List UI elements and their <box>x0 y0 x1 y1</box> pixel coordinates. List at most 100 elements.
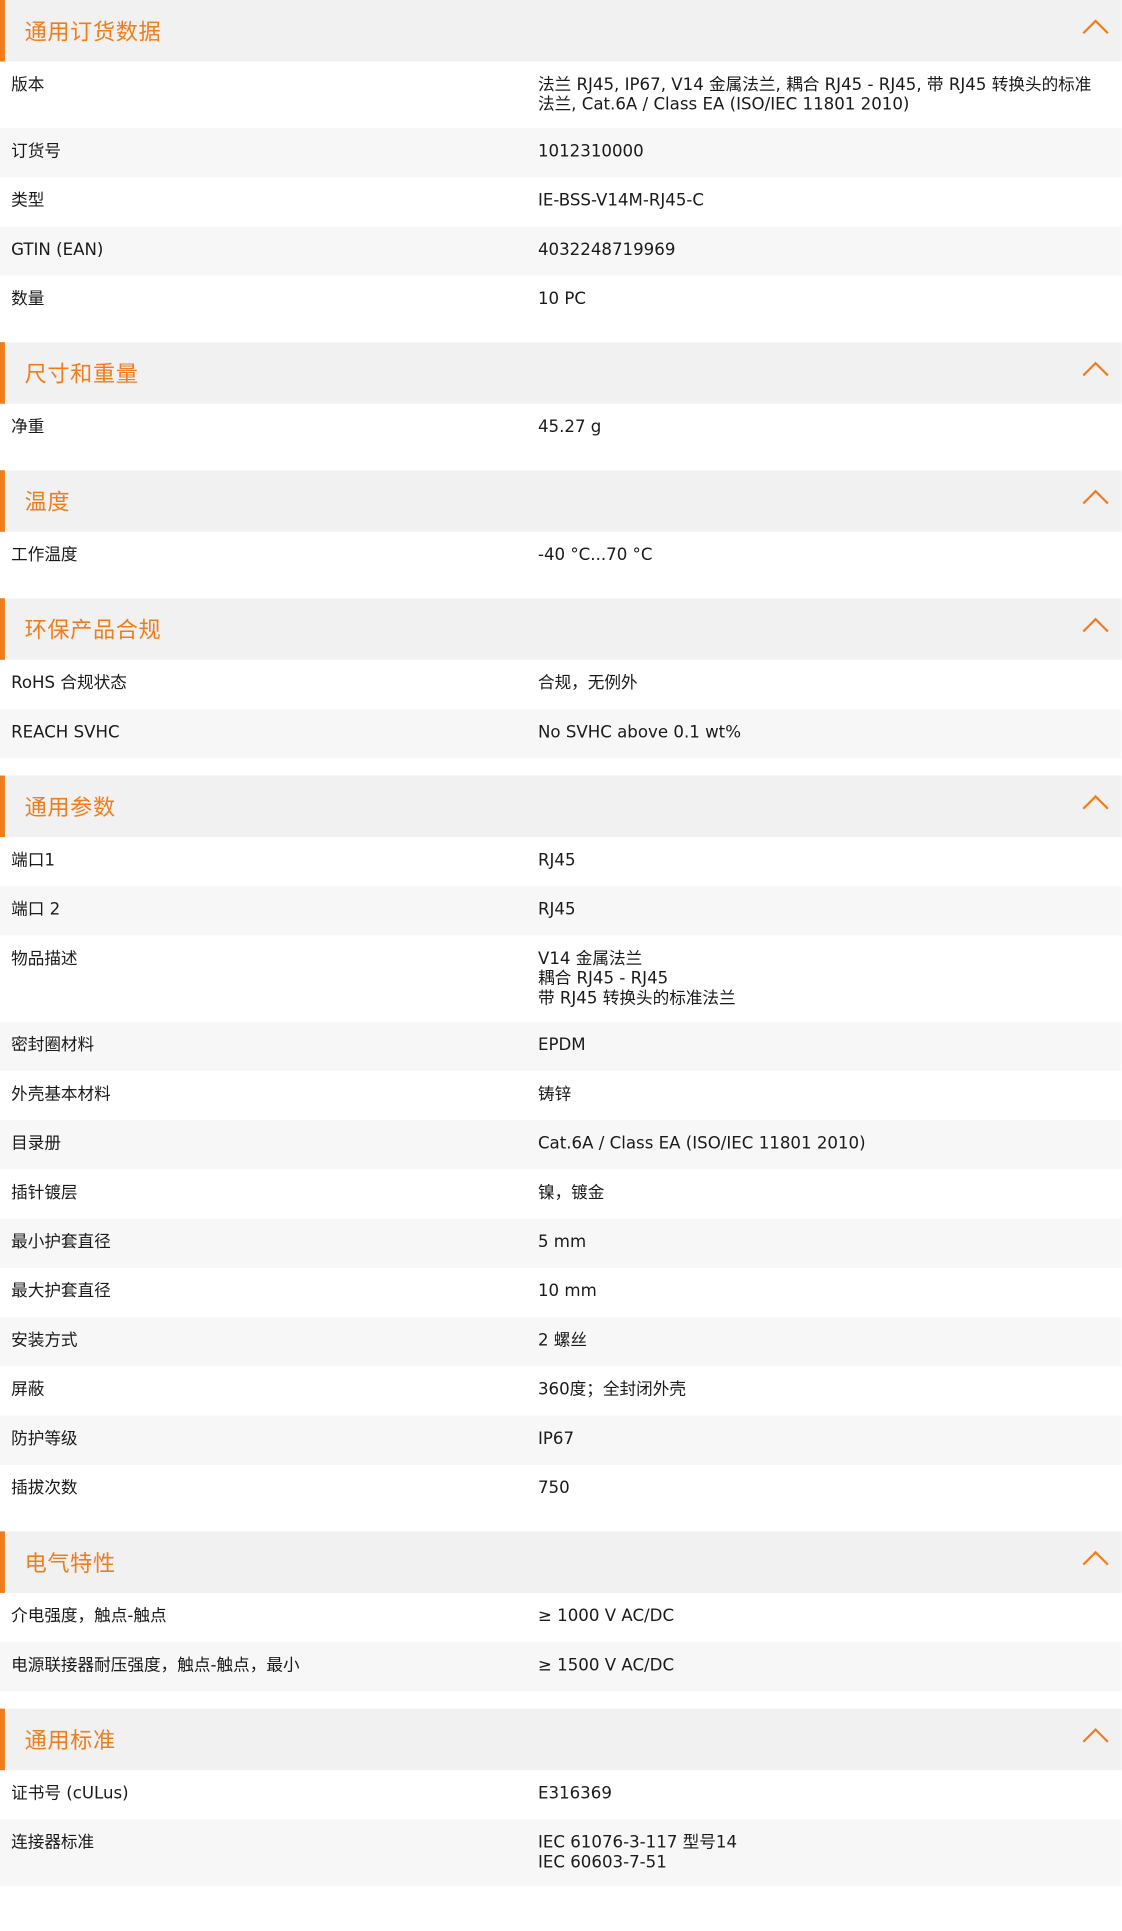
spec-label: 订货号 <box>11 141 61 162</box>
spec-row: 最大护套直径 10 mm <box>0 1267 1122 1318</box>
spec-label: 防护等级 <box>11 1429 78 1449</box>
spec-row: 订货号 1012310000 <box>0 128 1122 178</box>
spec-row: 插拔次数 750 <box>0 1464 1122 1515</box>
spec-label: 数量 <box>11 289 45 309</box>
chevron-up-icon[interactable] <box>1082 489 1109 506</box>
spec-row: 版本 法兰 RJ45, IP67, V14 金属法兰, 耦合 RJ45 - RJ4… <box>0 61 1122 129</box>
spec-label: 最小护套直径 <box>11 1232 111 1252</box>
spec-row: 安装方式 2 螺丝 <box>0 1317 1122 1367</box>
spec-value: EPDM <box>537 1035 586 1055</box>
chevron-up-icon[interactable] <box>1082 361 1109 378</box>
spec-label: 插拔次数 <box>11 1478 78 1499</box>
section-header-toggle[interactable]: 尺寸和重量 <box>0 342 1122 404</box>
spec-section: 通用参数端口1 RJ45 端口 2 RJ45 物品描述 V14 金属法兰 耦合 RJ45 … <box>0 775 1122 1515</box>
spec-label: 外壳基本材料 <box>11 1084 111 1105</box>
spec-label: GTIN (EAN) <box>11 240 104 260</box>
section-header-toggle[interactable]: 通用标准 <box>0 1708 1122 1771</box>
spec-section: 环保产品合规 RoHS 合规状态 合规，无例外 REACH SVHC No SVHC a… <box>0 598 1122 759</box>
spec-row: 最小护套直径 5 mm <box>0 1218 1122 1268</box>
spec-section: 通用标准证书号 (cULus) E316369 连接器标准 IEC 61076-3-1… <box>0 1708 1122 1886</box>
spec-row: 端口 2 RJ45 <box>0 886 1122 936</box>
spec-value: 10 mm <box>537 1281 597 1302</box>
spec-value: RJ45 <box>537 899 576 920</box>
spec-row: 连接器标准 IEC 61076-3-117 型号14 IEC 60603-7-51 <box>0 1819 1122 1886</box>
spec-value: -40 °C...70 °C <box>537 545 653 566</box>
section-title: 尺寸和重量 <box>24 361 139 388</box>
spec-label: 电源联接器耐压强度，触点-触点，最小 <box>11 1655 300 1676</box>
chevron-up-icon[interactable] <box>1082 18 1109 35</box>
spec-section: 尺寸和重量净重 45.27 g <box>0 342 1122 454</box>
spec-row: RoHS 合规状态 合规，无例外 <box>0 659 1122 710</box>
spec-row: 工作温度 -40 °C...70 °C <box>0 531 1122 582</box>
spec-value: 750 <box>537 1478 570 1499</box>
spec-label: 最大护套直径 <box>11 1281 111 1302</box>
spec-value: RJ45 <box>537 850 576 871</box>
section-title: 通用参数 <box>24 795 116 822</box>
section-title: 电气特性 <box>24 1551 116 1577</box>
spec-label: 连接器标准 <box>11 1832 95 1853</box>
spec-value: Cat.6A / Class EA (ISO/IEC 11801 2010) <box>537 1133 866 1154</box>
spec-row: 类型 IE-BSS-V14M-RJ45-C <box>0 177 1122 227</box>
chevron-up-icon[interactable] <box>1082 1550 1109 1567</box>
spec-label: 插针镀层 <box>11 1182 78 1203</box>
spec-row: REACH SVHC No SVHC above 0.1 wt% <box>0 709 1122 759</box>
spec-row: 屏蔽 360度；全封闭外壳 <box>0 1366 1122 1416</box>
spec-row: 电源联接器耐压强度，触点-触点，最小 ≥ 1500 V AC/DC <box>0 1642 1122 1692</box>
spec-label: 屏蔽 <box>11 1379 45 1400</box>
spec-value: IP67 <box>537 1429 575 1449</box>
spec-value: 2 螺丝 <box>537 1330 588 1351</box>
spec-sheet: 通用订货数据版本 法兰 RJ45, IP67, V14 金属法兰, 耦合 RJ45… <box>0 0 1122 1886</box>
spec-row: 密封圈材料 EPDM <box>0 1021 1122 1071</box>
spec-section: 通用订货数据版本 法兰 RJ45, IP67, V14 金属法兰, 耦合 RJ45… <box>0 0 1122 325</box>
spec-value: No SVHC above 0.1 wt% <box>537 722 741 743</box>
section-header-toggle[interactable]: 通用参数 <box>0 775 1122 838</box>
spec-value: ≥ 1000 V AC/DC <box>537 1606 675 1627</box>
spec-row: 介电强度，触点-触点 ≥ 1000 V AC/DC <box>0 1592 1122 1643</box>
spec-value: E316369 <box>537 1783 612 1804</box>
spec-value: 4032248719969 <box>537 240 676 260</box>
spec-value: 10 PC <box>537 289 587 309</box>
spec-row: 数量 10 PC <box>0 275 1122 325</box>
chevron-up-icon[interactable] <box>1082 794 1109 811</box>
spec-value: V14 金属法兰 耦合 RJ45 - RJ45 带 RJ45 转换头的标准法兰 <box>537 949 736 1009</box>
section-header-toggle[interactable]: 电气特性 <box>0 1531 1122 1593</box>
chevron-up-icon[interactable] <box>1082 617 1109 634</box>
section-header-toggle[interactable]: 环保产品合规 <box>0 598 1122 660</box>
spec-value: 45.27 g <box>537 417 602 438</box>
spec-value: ≥ 1500 V AC/DC <box>537 1655 675 1676</box>
spec-value: 5 mm <box>537 1232 587 1252</box>
spec-label: 证书号 (cULus) <box>11 1783 129 1804</box>
spec-row: 外壳基本材料 铸锌 <box>0 1070 1122 1121</box>
spec-label: 版本 <box>11 75 45 95</box>
spec-value: 360度；全封闭外壳 <box>537 1379 687 1400</box>
spec-row: 净重 45.27 g <box>0 403 1122 454</box>
spec-value: 1012310000 <box>537 141 644 162</box>
section-title: 通用订货数据 <box>24 19 162 46</box>
section-title: 通用标准 <box>24 1728 116 1755</box>
spec-label: REACH SVHC <box>11 722 120 743</box>
spec-value: 铸锌 <box>537 1084 572 1105</box>
spec-label: 介电强度，触点-触点 <box>11 1606 167 1627</box>
spec-row: GTIN (EAN) 4032248719969 <box>0 226 1122 276</box>
spec-value: 法兰 RJ45, IP67, V14 金属法兰, 耦合 RJ45 - RJ45,… <box>537 75 1092 115</box>
spec-label: 工作温度 <box>11 545 78 566</box>
spec-value: IE-BSS-V14M-RJ45-C <box>537 190 705 211</box>
spec-row: 物品描述 V14 金属法兰 耦合 RJ45 - RJ45 带 RJ45 转换头的标… <box>0 935 1122 1022</box>
spec-row: 端口1 RJ45 <box>0 837 1122 887</box>
spec-label: 类型 <box>11 190 45 211</box>
spec-label: 目录册 <box>11 1133 61 1154</box>
spec-value: IEC 61076-3-117 型号14 IEC 60603-7-51 <box>537 1832 738 1873</box>
spec-label: 端口1 <box>11 850 55 871</box>
section-header-toggle[interactable]: 温度 <box>0 470 1122 532</box>
section-title: 环保产品合规 <box>24 617 162 644</box>
spec-label: 密封圈材料 <box>11 1035 95 1055</box>
spec-row: 插针镀层 镍，镀金 <box>0 1169 1122 1219</box>
section-header-toggle[interactable]: 通用订货数据 <box>0 0 1122 62</box>
spec-label: RoHS 合规状态 <box>11 673 127 694</box>
chevron-up-icon[interactable] <box>1082 1727 1109 1744</box>
section-title: 温度 <box>24 489 71 516</box>
spec-value: 合规，无例外 <box>537 673 638 694</box>
spec-label: 端口 2 <box>11 899 61 920</box>
spec-label: 物品描述 <box>11 949 78 969</box>
spec-label: 净重 <box>11 417 45 438</box>
